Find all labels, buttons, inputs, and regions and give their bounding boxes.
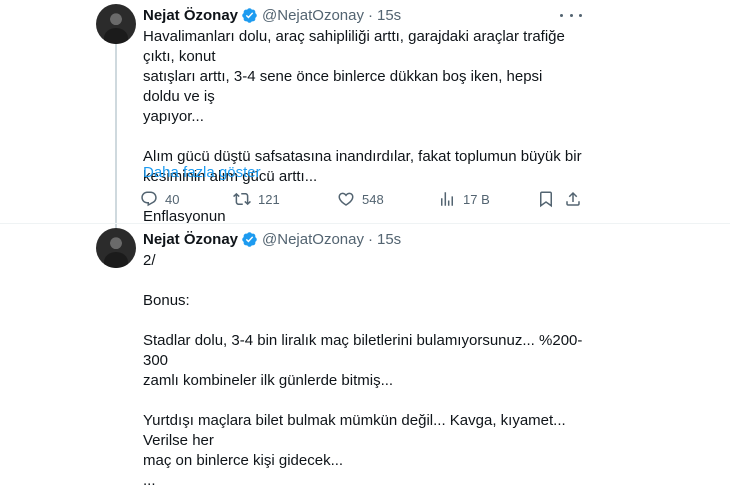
tweet-2[interactable]: Nejat Özonay @NejatOzonay · 15s 2/ Bonus… (0, 224, 730, 489)
retweet-count: 121 (258, 191, 280, 207)
reply-count: 40 (165, 191, 180, 207)
like-count: 548 (362, 191, 384, 207)
views-count: 17 B (463, 191, 490, 207)
timestamp[interactable]: 15s (377, 231, 401, 248)
show-more-link[interactable]: Daha fazla göster (143, 164, 261, 181)
bookmark-icon (540, 191, 552, 208)
views-icon (441, 192, 453, 206)
tweet-header: Nejat Özonay @NejatOzonay · 15s (143, 231, 401, 248)
retweet-button[interactable]: 121 (233, 190, 280, 208)
share-button[interactable] (564, 190, 582, 208)
share-icon (566, 191, 580, 206)
author-handle[interactable]: @NejatOzonay (262, 7, 364, 24)
avatar[interactable] (96, 4, 136, 44)
verified-badge-icon (242, 232, 257, 247)
tweet-header: Nejat Özonay @NejatOzonay · 15s (143, 7, 401, 24)
retweet-icon (233, 192, 251, 206)
author-name[interactable]: Nejat Özonay (143, 7, 238, 24)
action-bar: 40 121 548 17 B (140, 190, 585, 212)
separator-dot: · (367, 231, 373, 248)
avatar[interactable] (96, 228, 136, 268)
verified-badge-icon (242, 8, 257, 23)
tweet-text: 2/ Bonus: Stadlar dolu, 3-4 bin liralık … (143, 252, 583, 489)
separator-dot: · (367, 7, 373, 24)
timestamp[interactable]: 15s (377, 7, 401, 24)
like-button[interactable]: 548 (337, 190, 384, 208)
reply-button[interactable]: 40 (140, 190, 179, 208)
reply-icon (141, 191, 157, 207)
bookmark-button[interactable] (537, 190, 555, 208)
like-icon (338, 192, 354, 206)
tweet-1[interactable]: Nejat Özonay @NejatOzonay · 15s Havalima… (0, 0, 730, 225)
more-icon[interactable] (560, 8, 582, 22)
author-handle[interactable]: @NejatOzonay (262, 231, 364, 248)
author-name[interactable]: Nejat Özonay (143, 231, 238, 248)
views-button[interactable]: 17 B (438, 190, 490, 208)
